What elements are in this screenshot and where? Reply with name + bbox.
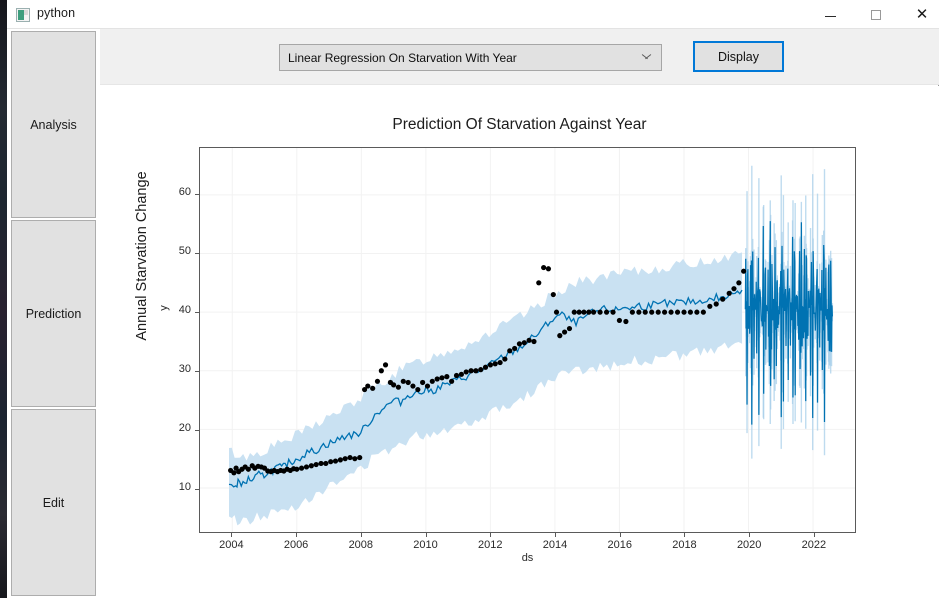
- plot-area: [199, 147, 856, 533]
- application-window: python ✕ Analysis Prediction Edit Linear…: [7, 0, 939, 598]
- sidebar-item-label: Prediction: [25, 306, 82, 321]
- y-tick-mark: [195, 312, 199, 313]
- y-tick-mark: [195, 429, 199, 431]
- y-tick-mark: [195, 370, 199, 372]
- x-tick-mark: [813, 533, 815, 537]
- y-axis-outer-label: Annual Starvation Change: [134, 171, 150, 341]
- y-tick-mark: [195, 253, 199, 255]
- y-tick-label: 30: [178, 362, 191, 375]
- sidebar-item-edit[interactable]: Edit: [11, 409, 96, 596]
- forecast-plot: [200, 148, 855, 532]
- sidebar-item-label: Analysis: [30, 117, 77, 132]
- x-tick-mark: [749, 533, 751, 537]
- toolbar: Linear Regression On Starvation With Yea…: [100, 29, 939, 85]
- x-tick-mark: [425, 533, 427, 537]
- x-tick-label: 2014: [542, 539, 568, 551]
- chevron-down-icon: [642, 54, 651, 63]
- figure-canvas: Prediction Of Starvation Against Year An…: [100, 86, 939, 598]
- sidebar-item-label: Edit: [42, 495, 65, 510]
- x-axis-label: ds: [521, 552, 534, 564]
- confidence-band: [229, 250, 743, 526]
- x-tick-label: 2020: [736, 539, 762, 551]
- x-tick-label: 2008: [348, 539, 374, 551]
- x-tick-mark: [619, 533, 621, 537]
- x-tick-label: 2004: [219, 539, 244, 551]
- x-tick-mark: [490, 533, 492, 537]
- y-tick-label: 10: [178, 480, 191, 493]
- y-tick-label: 50: [178, 245, 191, 258]
- y-tick-mark: [195, 194, 199, 196]
- minimize-icon[interactable]: [807, 0, 853, 29]
- model-select-dropdown[interactable]: Linear Regression On Starvation With Yea…: [279, 44, 662, 71]
- x-tick-mark: [231, 533, 233, 537]
- maximize-icon[interactable]: [853, 0, 899, 29]
- display-button-label: Display: [718, 49, 759, 64]
- x-tick-mark: [296, 533, 298, 537]
- y-tick-label: 40: [178, 304, 191, 316]
- x-tick-label: 2010: [413, 539, 438, 551]
- python-app-icon: [16, 8, 30, 22]
- y-tick-label: 20: [178, 421, 191, 434]
- desktop-background-strip: [0, 0, 7, 598]
- x-tick-label: 2006: [283, 539, 309, 551]
- sidebar-item-analysis[interactable]: Analysis: [11, 31, 96, 218]
- x-tick-label: 2018: [672, 539, 697, 551]
- x-tick-label: 2016: [607, 539, 632, 551]
- x-tick-mark: [555, 533, 556, 537]
- title-bar: python ✕: [7, 0, 939, 29]
- sidebar-item-prediction[interactable]: Prediction: [11, 220, 96, 407]
- chart-title: Prediction Of Starvation Against Year: [392, 116, 647, 133]
- window-title: python: [37, 6, 76, 20]
- x-tick-mark: [360, 533, 362, 537]
- close-icon[interactable]: ✕: [899, 0, 939, 29]
- x-tick-label: 2022: [801, 539, 827, 551]
- y-tick-label: 60: [178, 186, 191, 199]
- x-tick-label: 2012: [478, 539, 503, 551]
- model-select-value: Linear Regression On Starvation With Yea…: [288, 51, 517, 65]
- display-button[interactable]: Display: [693, 41, 784, 72]
- y-tick-mark: [195, 488, 199, 490]
- sidebar: Analysis Prediction Edit: [7, 29, 100, 598]
- x-tick-mark: [684, 533, 686, 537]
